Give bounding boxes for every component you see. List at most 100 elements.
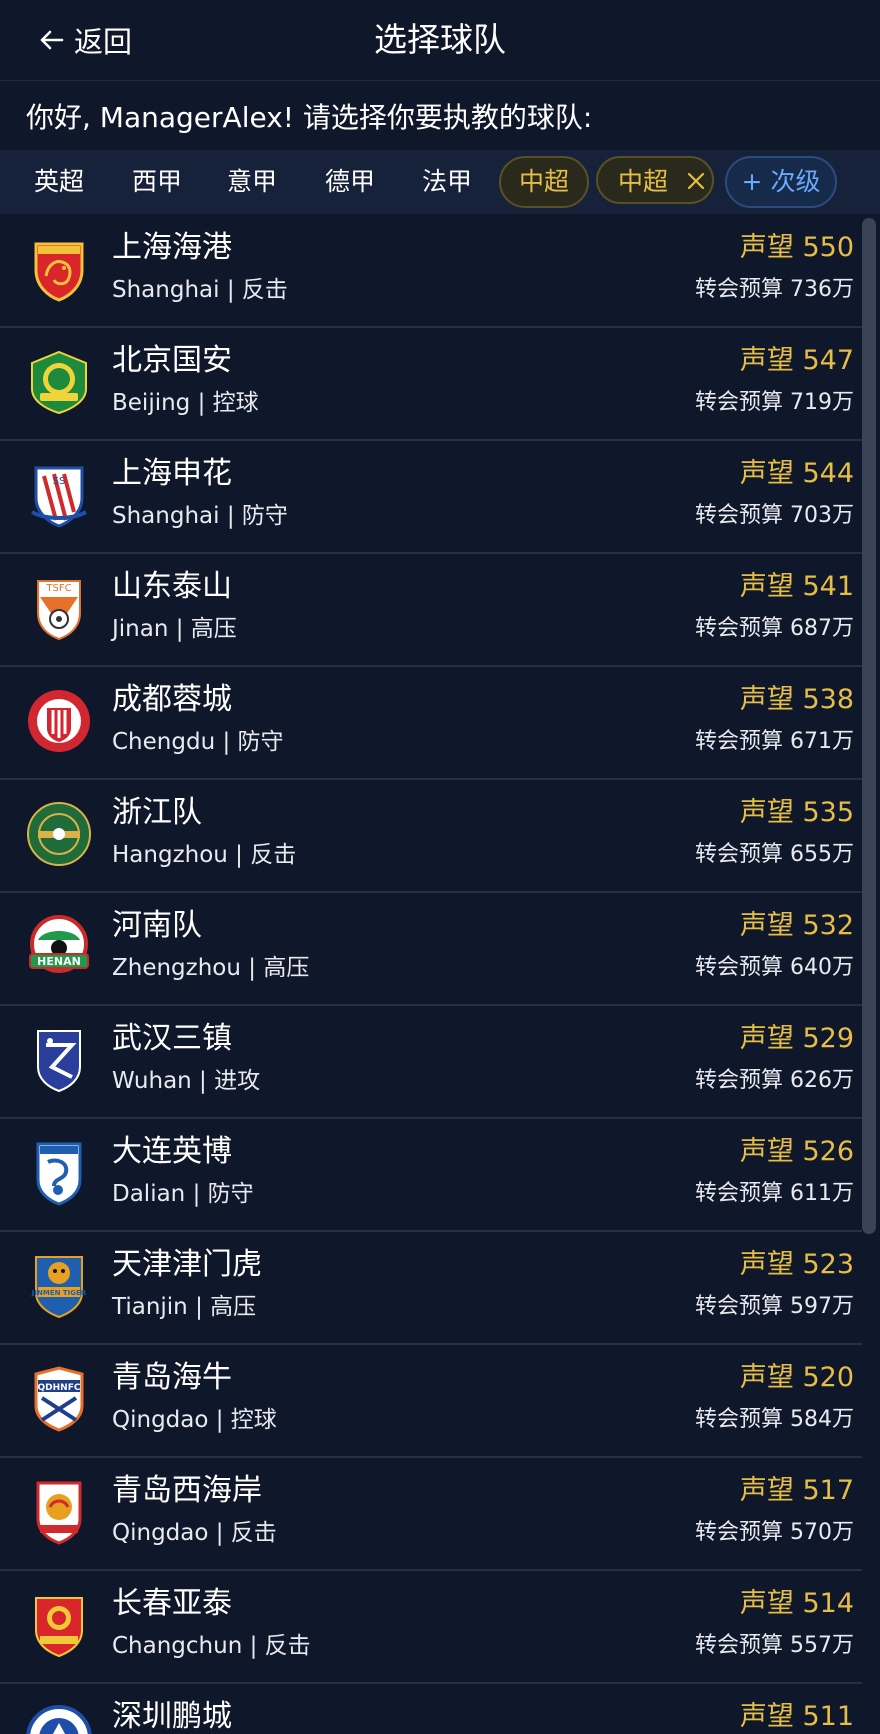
qingdao-hainiu-crest-icon: QDHNFC — [34, 1366, 84, 1432]
chengdu-rongcheng-crest-icon — [28, 690, 90, 752]
reputation-value: 声望 532 — [739, 910, 854, 941]
team-city-style: Tianjin | 高压 — [112, 1294, 257, 1320]
team-city-style: Qingdao | 控球 — [112, 1407, 277, 1433]
shenzhen-pengcheng-crest-icon — [26, 1705, 92, 1734]
team-name: 山东泰山 — [112, 569, 232, 604]
team-row[interactable]: TSFC 山东泰山 Jinan | 高压 声望 541 转会预算 687万 — [0, 553, 862, 667]
reputation-value: 声望 526 — [739, 1136, 854, 1167]
dalian-yingbo-crest-icon — [36, 1142, 82, 1206]
league-tabs: 英超 西甲 意甲 德甲 法甲 中超 中超 + 次级 — [0, 150, 880, 214]
tab-bundesliga[interactable]: 德甲 — [319, 158, 381, 206]
reputation-value: 声望 538 — [739, 684, 854, 715]
tab-premier-league[interactable]: 英超 — [28, 158, 90, 206]
changchun-yatai-crest-icon — [35, 1597, 83, 1658]
team-name: 天津津门虎 — [112, 1247, 262, 1282]
svg-text:TSFC: TSFC — [45, 583, 71, 594]
reputation-value: 声望 547 — [739, 345, 854, 376]
shanghai-shenhua-crest-icon: SS — [31, 466, 87, 528]
transfer-budget: 转会预算 640万 — [695, 955, 854, 980]
transfer-budget: 转会预算 597万 — [695, 1294, 854, 1319]
shandong-taishan-crest-icon: TSFC — [37, 580, 81, 641]
reputation-value: 声望 541 — [739, 571, 854, 602]
team-name: 上海海港 — [112, 230, 232, 265]
team-row[interactable]: 成都蓉城 Chengdu | 防守 声望 538 转会预算 671万 — [0, 666, 862, 780]
reputation-value: 声望 517 — [739, 1475, 854, 1506]
team-row[interactable]: 深圳鹏城 声望 511 — [0, 1683, 862, 1734]
reputation-value: 声望 520 — [739, 1362, 854, 1393]
team-row[interactable]: 上海海港 Shanghai | 反击 声望 550 转会预算 736万 — [0, 214, 862, 328]
team-city-style: Zhengzhou | 高压 — [112, 955, 310, 981]
svg-text:HENAN: HENAN — [37, 955, 81, 968]
team-city-style: Jinan | 高压 — [112, 616, 237, 642]
team-city-style: Qingdao | 反击 — [112, 1520, 277, 1546]
team-row[interactable]: 浙江队 Hangzhou | 反击 声望 535 转会预算 655万 — [0, 779, 862, 893]
transfer-budget: 转会预算 736万 — [695, 277, 854, 302]
team-name: 深圳鹏城 — [112, 1699, 232, 1734]
henan-crest-icon: HENAN — [29, 915, 89, 973]
add-lower-league-button[interactable]: + 次级 — [725, 156, 837, 208]
team-name: 浙江队 — [112, 795, 202, 830]
team-name: 青岛海牛 — [112, 1360, 232, 1395]
team-city-style: Changchun | 反击 — [112, 1633, 311, 1659]
tab-la-liga[interactable]: 西甲 — [126, 158, 188, 206]
team-row[interactable]: 大连英博 Dalian | 防守 声望 526 转会预算 611万 — [0, 1118, 862, 1232]
reputation-value: 声望 529 — [739, 1023, 854, 1054]
svg-text:JINMEN TIGER: JINMEN TIGER — [31, 1289, 87, 1297]
reputation-value: 声望 523 — [739, 1249, 854, 1280]
reputation-value: 声望 514 — [739, 1588, 854, 1619]
team-row[interactable]: 北京国安 Beijing | 控球 声望 547 转会预算 719万 — [0, 327, 862, 441]
team-row[interactable]: HENAN 河南队 Zhengzhou | 高压 声望 532 转会预算 640… — [0, 892, 862, 1006]
team-name: 大连英博 — [112, 1134, 232, 1169]
shanghai-port-crest-icon — [34, 242, 84, 302]
transfer-budget: 转会预算 703万 — [695, 503, 854, 528]
svg-text:SS: SS — [53, 476, 66, 487]
team-name: 武汉三镇 — [112, 1021, 232, 1056]
svg-text:QDHNFC: QDHNFC — [38, 1383, 81, 1393]
team-row[interactable]: 青岛西海岸 Qingdao | 反击 声望 517 转会预算 570万 — [0, 1457, 862, 1571]
page-title: 选择球队 — [374, 20, 506, 59]
team-name: 长春亚泰 — [112, 1586, 232, 1621]
reputation-value: 声望 544 — [739, 458, 854, 489]
top-bar: 返回 选择球队 — [0, 0, 880, 81]
tab-serie-a[interactable]: 意甲 — [221, 158, 283, 206]
zhejiang-crest-icon — [27, 802, 91, 866]
transfer-budget: 转会预算 719万 — [695, 390, 854, 415]
team-city-style: Shanghai | 反击 — [112, 277, 288, 303]
tab-ligue-1[interactable]: 法甲 — [416, 158, 478, 206]
tab-csl-filter-chip[interactable]: 中超 — [596, 156, 714, 204]
transfer-budget: 转会预算 570万 — [695, 1520, 854, 1545]
list-scrollbar[interactable] — [862, 218, 876, 1234]
team-name: 上海申花 — [112, 456, 232, 491]
team-city-style: Chengdu | 防守 — [112, 729, 284, 755]
team-row[interactable]: JINMEN TIGER 天津津门虎 Tianjin | 高压 声望 523 转… — [0, 1231, 862, 1345]
team-row[interactable]: QDHNFC 青岛海牛 Qingdao | 控球 声望 520 转会预算 584… — [0, 1344, 862, 1458]
team-row[interactable]: 武汉三镇 Wuhan | 进攻 声望 529 转会预算 626万 — [0, 1005, 862, 1119]
reputation-value: 声望 535 — [739, 797, 854, 828]
greeting-text: 你好, ManagerAlex! 请选择你要执教的球队: — [26, 101, 593, 134]
team-row[interactable]: 长春亚泰 Changchun | 反击 声望 514 转会预算 557万 — [0, 1570, 862, 1684]
tianjin-jinmen-tiger-crest-icon: JINMEN TIGER — [31, 1256, 87, 1319]
team-city-style: Dalian | 防守 — [112, 1181, 254, 1207]
wuhan-three-towns-crest-icon — [37, 1030, 81, 1093]
beijing-guoan-crest-icon — [31, 350, 87, 415]
qingdao-west-coast-crest-icon — [36, 1481, 82, 1545]
transfer-budget: 转会预算 611万 — [695, 1181, 854, 1206]
transfer-budget: 转会预算 557万 — [695, 1633, 854, 1658]
team-city-style: Beijing | 控球 — [112, 390, 259, 416]
team-list: 上海海港 Shanghai | 反击 声望 550 转会预算 736万 北京国安… — [0, 214, 862, 1734]
transfer-budget: 转会预算 671万 — [695, 729, 854, 754]
tab-csl[interactable]: 中超 — [499, 156, 589, 208]
team-row[interactable]: SS 上海申花 Shanghai | 防守 声望 544 转会预算 703万 — [0, 440, 862, 554]
team-name: 北京国安 — [112, 343, 232, 378]
team-city-style: Wuhan | 进攻 — [112, 1068, 261, 1094]
team-name: 河南队 — [112, 908, 202, 943]
chip-label: 中超 — [618, 167, 669, 196]
reputation-value: 声望 511 — [739, 1701, 854, 1732]
close-icon[interactable] — [686, 171, 706, 191]
transfer-budget: 转会预算 655万 — [695, 842, 854, 867]
transfer-budget: 转会预算 626万 — [695, 1068, 854, 1093]
transfer-budget: 转会预算 584万 — [695, 1407, 854, 1432]
team-city-style: Shanghai | 防守 — [112, 503, 288, 529]
transfer-budget: 转会预算 687万 — [695, 616, 854, 641]
team-name: 成都蓉城 — [112, 682, 232, 717]
